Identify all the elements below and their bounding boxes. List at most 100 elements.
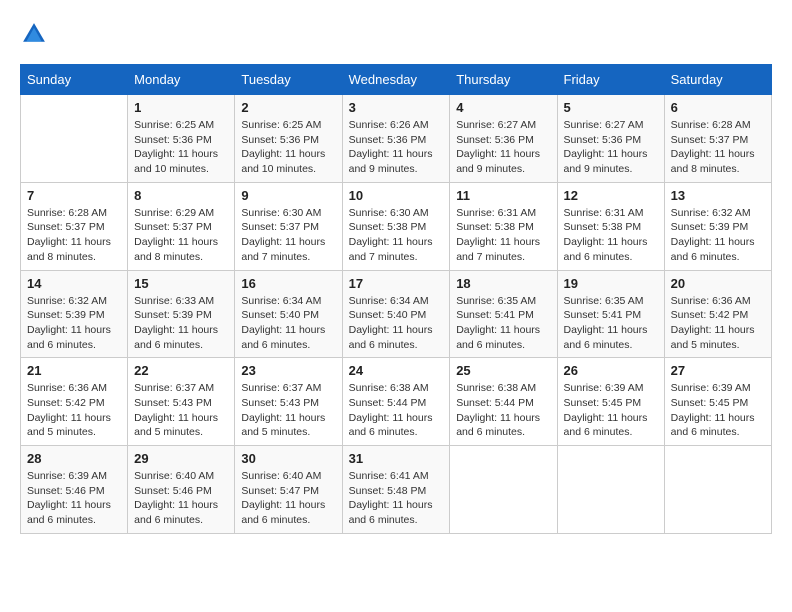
day-number: 10 <box>349 188 444 203</box>
page-header <box>20 20 772 48</box>
calendar-cell: 18Sunrise: 6:35 AMSunset: 5:41 PMDayligh… <box>450 270 557 358</box>
day-info-line: Sunset: 5:36 PM <box>349 133 444 148</box>
day-info-line: Sunrise: 6:31 AM <box>456 206 550 221</box>
calendar-cell: 14Sunrise: 6:32 AMSunset: 5:39 PMDayligh… <box>21 270 128 358</box>
day-number: 26 <box>564 363 658 378</box>
day-info-line: Sunset: 5:44 PM <box>456 396 550 411</box>
day-number: 5 <box>564 100 658 115</box>
day-number: 18 <box>456 276 550 291</box>
day-info-line: Daylight: 11 hours and 5 minutes. <box>241 411 335 440</box>
day-info-line: Sunrise: 6:31 AM <box>564 206 658 221</box>
weekday-header: Tuesday <box>235 65 342 95</box>
day-number: 7 <box>27 188 121 203</box>
day-number: 2 <box>241 100 335 115</box>
day-number: 25 <box>456 363 550 378</box>
weekday-header-row: SundayMondayTuesdayWednesdayThursdayFrid… <box>21 65 772 95</box>
day-info-line: Sunrise: 6:25 AM <box>241 118 335 133</box>
calendar-cell: 16Sunrise: 6:34 AMSunset: 5:40 PMDayligh… <box>235 270 342 358</box>
day-info-line: Sunset: 5:38 PM <box>349 220 444 235</box>
day-info-line: Sunset: 5:37 PM <box>671 133 765 148</box>
calendar-cell: 25 Sunrise: 6:38 AMSunset: 5:44 PMDayligh… <box>450 358 557 446</box>
calendar-cell: 20Sunrise: 6:36 AMSunset: 5:42 PMDayligh… <box>664 270 771 358</box>
day-info-line: Sunset: 5:46 PM <box>27 484 121 499</box>
day-info-line: Daylight: 11 hours and 6 minutes. <box>564 323 658 352</box>
calendar-cell: 9Sunrise: 6:30 AMSunset: 5:37 PMDaylight… <box>235 182 342 270</box>
calendar-cell: 21Sunrise: 6:36 AMSunset: 5:42 PMDayligh… <box>21 358 128 446</box>
day-info-line: Sunrise: 6:34 AM <box>349 294 444 309</box>
calendar-cell: 23 Sunrise: 6:37 AMSunset: 5:43 PMDayligh… <box>235 358 342 446</box>
calendar-cell: 27Sunrise: 6:39 AMSunset: 5:45 PMDayligh… <box>664 358 771 446</box>
day-info-line: Daylight: 11 hours and 6 minutes. <box>27 498 121 527</box>
calendar-cell: 1Sunrise: 6:25 AMSunset: 5:36 PMDaylight… <box>128 95 235 183</box>
day-info-line: Daylight: 11 hours and 8 minutes. <box>27 235 121 264</box>
day-number: 23 <box>241 363 335 378</box>
day-info-line: Sunrise: 6:26 AM <box>349 118 444 133</box>
calendar-cell: 10Sunrise: 6:30 AMSunset: 5:38 PMDayligh… <box>342 182 450 270</box>
weekday-header: Monday <box>128 65 235 95</box>
day-info-line: Sunset: 5:42 PM <box>671 308 765 323</box>
calendar-cell <box>21 95 128 183</box>
weekday-header: Saturday <box>664 65 771 95</box>
day-number: 16 <box>241 276 335 291</box>
day-info-line: Sunset: 5:36 PM <box>241 133 335 148</box>
day-info-line: Daylight: 11 hours and 5 minutes. <box>27 411 121 440</box>
calendar-cell: 12Sunrise: 6:31 AMSunset: 5:38 PMDayligh… <box>557 182 664 270</box>
day-info-line: Sunset: 5:41 PM <box>456 308 550 323</box>
day-number: 1 <box>134 100 228 115</box>
day-info-line: Daylight: 11 hours and 10 minutes. <box>134 147 228 176</box>
day-info-line: Sunset: 5:47 PM <box>241 484 335 499</box>
day-info-line: Sunset: 5:36 PM <box>564 133 658 148</box>
calendar-cell: 7Sunrise: 6:28 AMSunset: 5:37 PMDaylight… <box>21 182 128 270</box>
weekday-header: Thursday <box>450 65 557 95</box>
day-info-line: Sunrise: 6:39 AM <box>27 469 121 484</box>
calendar-cell: 5Sunrise: 6:27 AMSunset: 5:36 PMDaylight… <box>557 95 664 183</box>
day-number: 24 <box>349 363 444 378</box>
calendar-cell <box>664 446 771 534</box>
day-info-line: Sunrise: 6:37 AM <box>134 381 228 396</box>
day-info-line: Daylight: 11 hours and 6 minutes. <box>349 498 444 527</box>
day-info-line: Daylight: 11 hours and 9 minutes. <box>349 147 444 176</box>
day-info-line: Sunrise: 6:39 AM <box>671 381 765 396</box>
day-info-line: Daylight: 11 hours and 5 minutes. <box>134 411 228 440</box>
calendar-cell: 3 Sunrise: 6:26 AMSunset: 5:36 PMDaylight… <box>342 95 450 183</box>
calendar-cell: 28Sunrise: 6:39 AMSunset: 5:46 PMDayligh… <box>21 446 128 534</box>
day-info-line: Sunrise: 6:38 AM <box>349 381 444 396</box>
day-info-line: Sunrise: 6:30 AM <box>241 206 335 221</box>
day-info-line: Daylight: 11 hours and 6 minutes. <box>671 235 765 264</box>
day-info-line: Sunset: 5:42 PM <box>27 396 121 411</box>
day-info-line: Daylight: 11 hours and 6 minutes. <box>456 323 550 352</box>
day-info-line: Daylight: 11 hours and 7 minutes. <box>456 235 550 264</box>
day-info-line: Daylight: 11 hours and 6 minutes. <box>456 411 550 440</box>
weekday-header: Friday <box>557 65 664 95</box>
calendar-cell: 11Sunrise: 6:31 AMSunset: 5:38 PMDayligh… <box>450 182 557 270</box>
calendar-cell: 29Sunrise: 6:40 AMSunset: 5:46 PMDayligh… <box>128 446 235 534</box>
day-info-line: Sunrise: 6:41 AM <box>349 469 444 484</box>
day-info-line: Sunrise: 6:37 AM <box>241 381 335 396</box>
day-info-line: Daylight: 11 hours and 6 minutes. <box>241 323 335 352</box>
day-info-line: Sunrise: 6:34 AM <box>241 294 335 309</box>
day-info-line: Sunrise: 6:35 AM <box>564 294 658 309</box>
calendar-cell: 26Sunrise: 6:39 AMSunset: 5:45 PMDayligh… <box>557 358 664 446</box>
day-number: 31 <box>349 451 444 466</box>
calendar-table: SundayMondayTuesdayWednesdayThursdayFrid… <box>20 64 772 534</box>
day-info-line: Sunrise: 6:30 AM <box>349 206 444 221</box>
day-info-line: Daylight: 11 hours and 8 minutes. <box>671 147 765 176</box>
day-number: 17 <box>349 276 444 291</box>
day-info-line: Sunset: 5:45 PM <box>564 396 658 411</box>
calendar-week-row: 28Sunrise: 6:39 AMSunset: 5:46 PMDayligh… <box>21 446 772 534</box>
day-info-line: Sunset: 5:39 PM <box>27 308 121 323</box>
day-info-line: Daylight: 11 hours and 9 minutes. <box>564 147 658 176</box>
day-number: 15 <box>134 276 228 291</box>
calendar-cell <box>557 446 664 534</box>
day-info-line: Sunset: 5:43 PM <box>241 396 335 411</box>
day-info-line: Sunset: 5:37 PM <box>134 220 228 235</box>
day-number: 13 <box>671 188 765 203</box>
calendar-cell: 2Sunrise: 6:25 AMSunset: 5:36 PMDaylight… <box>235 95 342 183</box>
calendar-cell: 13Sunrise: 6:32 AMSunset: 5:39 PMDayligh… <box>664 182 771 270</box>
day-info-line: Sunset: 5:38 PM <box>564 220 658 235</box>
day-number: 3 <box>349 100 444 115</box>
day-info-line: Sunset: 5:48 PM <box>349 484 444 499</box>
day-info-line: Sunrise: 6:38 AM <box>456 381 550 396</box>
day-number: 11 <box>456 188 550 203</box>
day-info-line: Sunrise: 6:25 AM <box>134 118 228 133</box>
